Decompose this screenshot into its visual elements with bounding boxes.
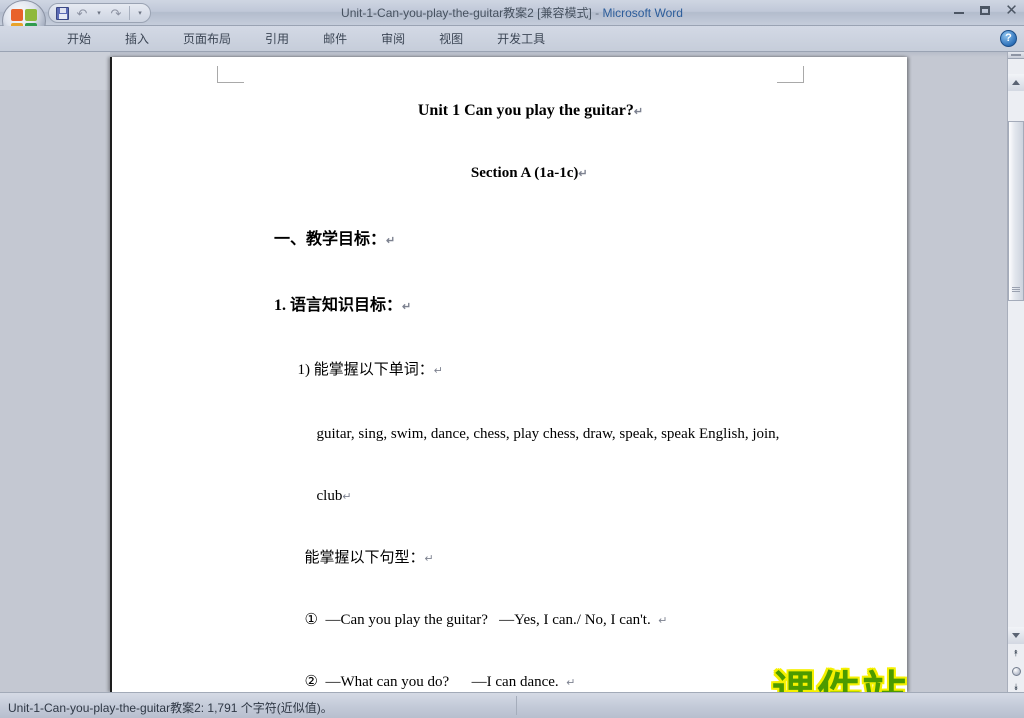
pilcrow-mark: ↵ bbox=[342, 491, 352, 503]
window-title: Unit-1-Can-you-play-the-guitar教案2 [兼容模式]… bbox=[0, 4, 1024, 21]
vertical-scrollbar[interactable]: ⯭ ⯯ bbox=[1007, 52, 1024, 697]
ribbon-tab-strip: 开始 插入 页面布局 引用 邮件 审阅 视图 开发工具 ? bbox=[0, 26, 1024, 52]
doc-line: 能掌握以下句型：↵ bbox=[304, 550, 434, 566]
office-logo-quadrant-orange bbox=[11, 9, 23, 21]
browse-object-icon bbox=[1011, 667, 1021, 676]
pilcrow-mark: ↵ bbox=[402, 301, 412, 313]
scrollbar-thumb[interactable] bbox=[1008, 121, 1024, 301]
document-workspace: Unit 1 Can you play the guitar?↵ Section… bbox=[0, 52, 1024, 692]
status-bar-divider bbox=[516, 696, 517, 715]
redo-button[interactable]: ↷ bbox=[107, 5, 125, 21]
scrollbar-track[interactable] bbox=[1008, 91, 1024, 627]
tab-home[interactable]: 开始 bbox=[50, 26, 108, 52]
window-title-separator: - bbox=[591, 6, 603, 20]
chevron-down-icon bbox=[1012, 633, 1020, 638]
status-bar-text: Unit-1-Can-you-play-the-guitar教案2: 1,791… bbox=[8, 701, 333, 715]
chevron-down-icon: ▾ bbox=[138, 9, 142, 17]
window-title-document: Unit-1-Can-you-play-the-guitar教案2 [兼容模式] bbox=[341, 6, 592, 20]
tab-review[interactable]: 审阅 bbox=[364, 26, 422, 52]
doc-heading-2: Section A (1a-1c)↵ bbox=[470, 165, 588, 181]
window-title-app: Microsoft Word bbox=[602, 6, 683, 20]
restore-button[interactable] bbox=[977, 3, 994, 18]
select-browse-object-button[interactable] bbox=[1008, 663, 1024, 680]
word-application-window: Unit-1-Can-you-play-the-guitar教案2 [兼容模式]… bbox=[0, 0, 1024, 718]
pilcrow-mark: ↵ bbox=[433, 365, 443, 377]
toolbar-divider bbox=[129, 6, 130, 20]
close-button[interactable]: ✕ bbox=[1003, 3, 1020, 18]
scroll-up-button[interactable] bbox=[1008, 74, 1024, 91]
document-text-body: Unit 1 Can you play the guitar?↵ Section… bbox=[112, 81, 907, 692]
doc-line: 一、教学目标：↵ bbox=[274, 231, 396, 248]
undo-button[interactable]: ↶ bbox=[73, 5, 91, 21]
tab-developer[interactable]: 开发工具 bbox=[480, 26, 562, 52]
office-logo-quadrant-green bbox=[25, 9, 37, 21]
doc-line: 1) 能掌握以下单词：↵ bbox=[297, 362, 443, 378]
tab-references[interactable]: 引用 bbox=[248, 26, 306, 52]
previous-page-button[interactable]: ⯭ bbox=[1008, 646, 1024, 663]
pilcrow-mark: ↵ bbox=[633, 106, 644, 118]
undo-dropdown-button[interactable]: ▾ bbox=[93, 5, 105, 21]
undo-icon: ↶ bbox=[76, 5, 88, 21]
ribbon-tabs: 开始 插入 页面布局 引用 邮件 审阅 视图 开发工具 bbox=[50, 26, 562, 52]
double-chevron-up-icon: ⯭ bbox=[1013, 649, 1019, 659]
pilcrow-mark: ↵ bbox=[658, 615, 668, 627]
customize-quick-access-button[interactable]: ▾ bbox=[134, 5, 146, 21]
minimize-button[interactable] bbox=[951, 3, 968, 18]
status-bar: Unit-1-Can-you-play-the-guitar教案2: 1,791… bbox=[0, 692, 1024, 718]
pilcrow-mark: ↵ bbox=[386, 235, 396, 247]
window-controls: ✕ bbox=[951, 3, 1020, 18]
save-button[interactable] bbox=[53, 5, 71, 21]
workspace-left-shade bbox=[0, 52, 110, 90]
tab-page-layout[interactable]: 页面布局 bbox=[166, 26, 248, 52]
doc-line: guitar, sing, swim, dance, chess, play c… bbox=[316, 426, 780, 442]
scroll-down-button[interactable] bbox=[1008, 627, 1024, 644]
redo-icon: ↷ bbox=[110, 5, 122, 21]
pilcrow-mark: ↵ bbox=[424, 553, 434, 565]
pilcrow-mark: ↵ bbox=[578, 168, 588, 180]
chevron-up-icon bbox=[1012, 80, 1020, 85]
quick-access-toolbar: ↶ ▾ ↷ ▾ bbox=[48, 3, 151, 23]
tab-insert[interactable]: 插入 bbox=[108, 26, 166, 52]
title-bar: Unit-1-Can-you-play-the-guitar教案2 [兼容模式]… bbox=[0, 0, 1024, 42]
doc-heading-1: Unit 1 Can you play the guitar?↵ bbox=[417, 102, 644, 119]
tab-mailings[interactable]: 邮件 bbox=[306, 26, 364, 52]
doc-line: ② —What can you do? —I can dance. ↵ bbox=[304, 674, 576, 690]
split-window-handle[interactable] bbox=[1008, 52, 1024, 59]
tab-view[interactable]: 视图 bbox=[422, 26, 480, 52]
help-icon[interactable]: ? bbox=[1000, 30, 1017, 47]
pilcrow-mark: ↵ bbox=[566, 677, 576, 689]
document-page[interactable]: Unit 1 Can you play the guitar?↵ Section… bbox=[110, 57, 907, 692]
chevron-down-icon: ▾ bbox=[97, 9, 101, 17]
doc-line: club↵ bbox=[316, 488, 352, 504]
doc-line: ① —Can you play the guitar? —Yes, I can.… bbox=[304, 612, 668, 628]
doc-line: 1. 语言知识目标：↵ bbox=[274, 297, 412, 314]
save-icon bbox=[55, 6, 69, 20]
